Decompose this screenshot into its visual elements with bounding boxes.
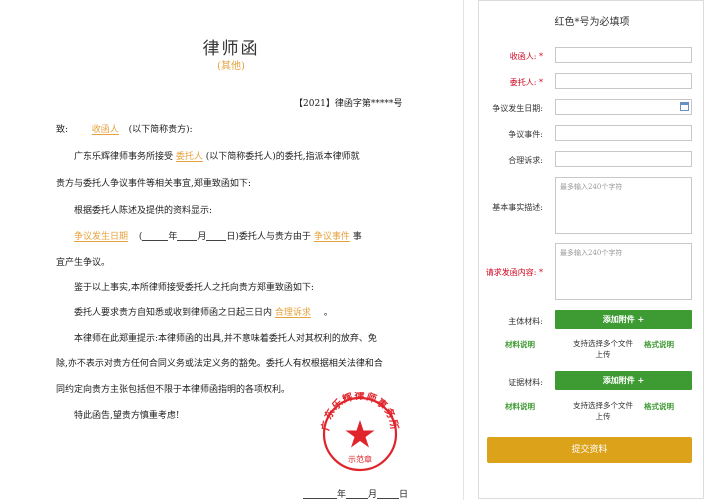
p3-day: 日)委托人与贵方由于 bbox=[226, 232, 311, 242]
dispute-event-placeholder: 争议事件 bbox=[313, 232, 350, 242]
evidence-upload-hint: 支持选择多个文件上传 bbox=[573, 401, 633, 421]
seal-star-icon bbox=[345, 420, 375, 448]
form-panel: 红色*号为必填项 收函人: * 委托人: * 争议发生日期: 争议事件: 合理诉… bbox=[478, 0, 704, 499]
recipient-input[interactable] bbox=[555, 47, 692, 63]
p3-year: 年 bbox=[168, 232, 178, 242]
salutation-suffix: (以下简称贵方): bbox=[128, 125, 193, 135]
required-star: * bbox=[539, 52, 543, 61]
main-upload-hint: 支持选择多个文件上传 bbox=[573, 339, 633, 359]
main-material-note-link[interactable]: 材料说明 bbox=[505, 339, 535, 350]
main-format-note-link[interactable]: 格式说明 bbox=[644, 339, 674, 350]
paragraph-5: 委托人要求贵方自知悉或收到律师函之日起三日内 合理诉求 。 bbox=[74, 305, 333, 318]
paragraph-3-line-2: 宜产生争议。 bbox=[56, 258, 111, 268]
salutation-prefix: 致: bbox=[56, 125, 69, 135]
paragraph-1-line-2: 贵方与委托人争议事件等相关事宜,郑重致函如下: bbox=[56, 179, 251, 189]
recipient-label: 收函人: * bbox=[479, 51, 543, 62]
date-year: 年 bbox=[337, 490, 347, 500]
client-label: 委托人: * bbox=[479, 77, 543, 88]
dispute-event-input[interactable] bbox=[555, 125, 692, 141]
day-blank bbox=[206, 231, 227, 241]
p1-text-a: 广东乐辉律师事务所接受 bbox=[74, 152, 174, 162]
p3-end: 事 bbox=[352, 232, 362, 242]
claim-input[interactable] bbox=[555, 151, 692, 167]
demand-textarea[interactable]: 最多输入240个字符 bbox=[555, 243, 692, 300]
salutation-line: 致: 收函人 (以下简称贵方): bbox=[56, 122, 193, 135]
letter-preview: 律师函 (其他) 【2021】律函字第*****号 致: 收函人 (以下简称贵方… bbox=[0, 0, 462, 500]
required-star: * bbox=[539, 78, 543, 87]
date-day-blank bbox=[377, 489, 400, 499]
recipient-placeholder: 收函人 bbox=[91, 125, 119, 135]
facts-textarea[interactable]: 最多输入240个字符 bbox=[555, 177, 692, 234]
dispute-date-input[interactable] bbox=[555, 99, 692, 115]
law-firm-seal: 广东乐辉律师事务所 示范章 bbox=[319, 392, 400, 472]
date-month: 月 bbox=[368, 490, 378, 500]
letter-title: 律师函 bbox=[202, 39, 260, 59]
p3-month: 月 bbox=[197, 232, 207, 242]
dispute-event-label: 争议事件: bbox=[508, 130, 543, 139]
facts-label: 基本事实描述: bbox=[492, 203, 543, 212]
recipient-label-text: 收函人: bbox=[509, 52, 537, 61]
p5-text: 委托人要求贵方自知悉或收到律师函之日起三日内 bbox=[74, 308, 273, 318]
date-year-blank bbox=[303, 489, 337, 499]
divider bbox=[463, 0, 464, 500]
date-month-blank bbox=[346, 489, 369, 499]
form-title: 红色*号为必填项 bbox=[554, 17, 630, 28]
year-blank bbox=[142, 231, 169, 241]
claim-placeholder: 合理诉求 bbox=[274, 308, 311, 318]
signature-date: 年月日 bbox=[303, 487, 408, 500]
paragraph-2: 根据委托人陈述及提供的资料显示: bbox=[74, 206, 213, 216]
calendar-icon[interactable] bbox=[680, 102, 689, 111]
paragraph-6-line-3: 同约定向贵方主张包括但不限于本律师函指明的各项权利。 bbox=[56, 385, 291, 395]
submit-button[interactable]: 提交资料 bbox=[487, 437, 692, 463]
demand-label: 请求发函内容: * bbox=[479, 267, 543, 278]
paragraph-3-line-1: 争议发生日期 (年月日)委托人与贵方由于 争议事件 事 bbox=[74, 229, 362, 242]
paragraph-6-line-1: 本律师在此郑重提示:本律师函的出具,并不意味着委托人对其权利的放弃、免 bbox=[74, 334, 377, 344]
required-star: * bbox=[539, 268, 543, 277]
paragraph-1-line-1: 广东乐辉律师事务所接受 委托人 (以下简称委托人)的委托,指派本律师就 bbox=[74, 149, 360, 162]
seal-subtext: 示范章 bbox=[348, 454, 372, 464]
letter-number: 【2021】律函字第*****号 bbox=[294, 99, 403, 109]
client-label-text: 委托人: bbox=[509, 78, 537, 87]
paragraph-4: 鉴于以上事实,本所律师接受委托人之托向贵方郑重致函如下: bbox=[74, 283, 314, 293]
add-evidence-attachment-button[interactable]: 添加附件 + bbox=[555, 371, 692, 390]
letter-subtitle: (其他) bbox=[217, 61, 245, 72]
demand-label-text: 请求发函内容: bbox=[485, 268, 537, 277]
client-input[interactable] bbox=[555, 73, 692, 89]
date-day: 日 bbox=[399, 490, 409, 500]
add-main-attachment-button[interactable]: 添加附件 + bbox=[555, 310, 692, 329]
p5-end: 。 bbox=[323, 308, 333, 318]
p1-text-b: (以下简称委托人)的委托,指派本律师就 bbox=[205, 152, 360, 162]
closing-line: 特此函告,望贵方慎重考虑! bbox=[74, 411, 180, 421]
dispute-date-label: 争议发生日期: bbox=[492, 104, 543, 113]
client-placeholder: 委托人 bbox=[175, 152, 203, 162]
paragraph-6-line-2: 除,亦不表示对贵方任何合同义务或法定义务的豁免。委托人有权根据相关法律和合 bbox=[56, 359, 383, 369]
evidence-material-note-link[interactable]: 材料说明 bbox=[505, 401, 535, 412]
main-material-label: 主体材料: bbox=[508, 317, 543, 326]
dispute-date-placeholder: 争议发生日期 bbox=[74, 232, 129, 242]
evidence-material-label: 证据材料: bbox=[508, 378, 543, 387]
claim-label: 合理诉求: bbox=[508, 156, 543, 165]
evidence-format-note-link[interactable]: 格式说明 bbox=[644, 401, 674, 412]
month-blank bbox=[177, 231, 198, 241]
